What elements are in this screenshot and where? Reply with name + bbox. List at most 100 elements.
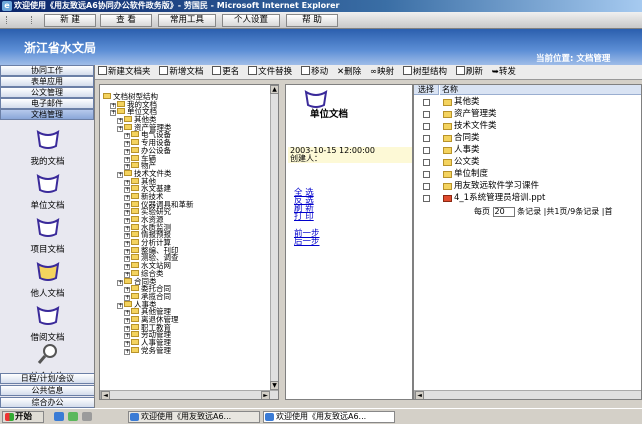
folder-icon bbox=[131, 262, 139, 269]
list-hscroll[interactable]: ◄ bbox=[414, 390, 641, 399]
folder-icon bbox=[131, 139, 139, 146]
list-item-name[interactable]: 4_1系统管理员培训.ppt bbox=[454, 192, 545, 205]
folder-icon bbox=[443, 171, 452, 178]
new-folder-button[interactable]: 新建文档夹 bbox=[95, 65, 154, 79]
move-button[interactable]: 移动 bbox=[298, 65, 331, 79]
menu-settings-button[interactable]: 个人设置 bbox=[222, 14, 280, 27]
link-icon: ∞ bbox=[369, 67, 378, 77]
nav-tab-doc-management[interactable]: 文档管理 bbox=[0, 109, 94, 120]
folder-icon bbox=[131, 185, 139, 192]
folder-icon bbox=[443, 111, 452, 118]
folder-icon bbox=[131, 308, 139, 315]
tree-vscroll[interactable]: ▲ ▼ bbox=[270, 85, 278, 390]
pager-suffix: 条记录 |共1页/9条记录 |首 bbox=[517, 207, 613, 216]
expand-toggle-icon[interactable]: + bbox=[124, 348, 130, 355]
folder-icon bbox=[124, 116, 132, 123]
menu-new-button[interactable]: 新 建 bbox=[44, 14, 96, 27]
nav-others-docs[interactable]: 他人文档 bbox=[0, 260, 94, 299]
delete-label: 删除 bbox=[344, 67, 362, 77]
nav-tab-email[interactable]: 电子邮件 bbox=[0, 98, 94, 109]
nav-tab-collab[interactable]: 协同工作 bbox=[0, 65, 94, 76]
delete-button[interactable]: ✕删除 bbox=[334, 65, 364, 79]
move-icon bbox=[301, 66, 311, 75]
row-checkbox[interactable] bbox=[423, 99, 430, 106]
col-name-header: 名称 bbox=[440, 85, 641, 95]
folder-title: 单位文档 bbox=[310, 109, 349, 120]
nav-tab-schedule[interactable]: 日程/计划/会议 bbox=[0, 373, 94, 384]
detail-pane: 单位文档 2003-10-15 12:00:00 创建人： 全 选 反 选 刷 … bbox=[285, 84, 413, 400]
folder-icon bbox=[131, 223, 139, 230]
replace-file-label: 文件替换 bbox=[258, 67, 293, 77]
nav-unit-docs[interactable]: 单位文档 bbox=[0, 172, 94, 211]
doc-toolbar: 新建文档夹 新增文档 更名 文件替换 移动 ✕删除 ∞映射 树型结构 刷新 ➥转… bbox=[95, 65, 642, 80]
row-checkbox[interactable] bbox=[423, 171, 430, 178]
scroll-up-icon[interactable]: ▲ bbox=[270, 85, 278, 94]
rename-button[interactable]: 更名 bbox=[209, 65, 242, 79]
folder-icon bbox=[131, 315, 139, 322]
folder-icon bbox=[443, 99, 452, 106]
next-step-link[interactable]: 后一步 bbox=[294, 238, 320, 247]
tree-icon bbox=[402, 66, 412, 75]
row-checkbox[interactable] bbox=[423, 195, 430, 202]
list-item[interactable]: 4_1系统管理员培训.ppt bbox=[414, 192, 641, 205]
folder-icon bbox=[124, 123, 132, 130]
doc-tree: 文档树型结构 + 我的文档 + 单位文档 + 其他类 + 资产管理类 + 电气设备 + 专用设备 + 办公… bbox=[103, 93, 194, 355]
creator-label: 创建人： bbox=[290, 154, 322, 163]
taskbar-window-1[interactable]: 欢迎使用《用友致远A6... bbox=[128, 411, 260, 423]
forward-button[interactable]: ➥转发 bbox=[489, 65, 519, 79]
row-checkbox[interactable] bbox=[423, 147, 430, 154]
scroll-left-icon[interactable]: ◄ bbox=[415, 391, 424, 399]
per-page-input[interactable]: 20 bbox=[492, 207, 515, 217]
rename-icon bbox=[212, 66, 222, 75]
menu-view-button[interactable]: 查 看 bbox=[100, 14, 152, 27]
taskbar-window-2[interactable]: 欢迎使用《用友致远A6... bbox=[263, 411, 395, 423]
nav-my-docs[interactable]: 我的文档 bbox=[0, 128, 94, 167]
magnifier-icon bbox=[37, 344, 57, 364]
folder-icon bbox=[131, 146, 139, 153]
nav-tab-forms[interactable]: 表单应用 bbox=[0, 76, 94, 87]
row-checkbox[interactable] bbox=[423, 111, 430, 118]
nav-borrowed-docs[interactable]: 借阅文档 bbox=[0, 304, 94, 343]
document-icon bbox=[159, 66, 169, 75]
tree-view-button[interactable]: 树型结构 bbox=[400, 65, 450, 79]
row-checkbox[interactable] bbox=[423, 183, 430, 190]
folder-icon bbox=[443, 135, 452, 142]
row-checkbox[interactable] bbox=[423, 123, 430, 130]
windows-logo-icon bbox=[5, 413, 14, 421]
new-doc-button[interactable]: 新增文档 bbox=[156, 65, 206, 79]
replace-file-button[interactable]: 文件替换 bbox=[245, 65, 295, 79]
ie-quicklaunch-icon[interactable] bbox=[54, 412, 64, 421]
nav-tab-office[interactable]: 综合办公 bbox=[0, 397, 94, 408]
folder-icon bbox=[131, 246, 139, 253]
nav-unit-docs-label: 单位文档 bbox=[30, 201, 65, 211]
refresh-button[interactable]: 刷新 bbox=[453, 65, 486, 79]
site-name: 浙江省水文局 bbox=[24, 41, 97, 55]
folder-icon bbox=[117, 100, 125, 107]
scroll-left-icon[interactable]: ◄ bbox=[101, 391, 110, 399]
nav-project-docs[interactable]: 项目文档 bbox=[0, 216, 94, 255]
nav-tab-public-info[interactable]: 公共信息 bbox=[0, 385, 94, 396]
nav-tab-official-docs[interactable]: 公文管理 bbox=[0, 87, 94, 98]
new-folder-label: 新建文档夹 bbox=[108, 67, 151, 77]
print-link[interactable]: 打 印 bbox=[294, 213, 314, 222]
folder-icon bbox=[131, 192, 139, 199]
desktop-quicklaunch-icon[interactable] bbox=[68, 412, 78, 421]
folder-icon bbox=[443, 147, 452, 154]
folder-icon bbox=[124, 300, 132, 307]
row-checkbox[interactable] bbox=[423, 135, 430, 142]
folder-icon bbox=[98, 66, 107, 75]
tree-hscroll[interactable]: ◄ ► bbox=[100, 390, 278, 399]
folder-icon bbox=[131, 285, 139, 292]
folder-icon bbox=[131, 346, 139, 353]
window-title: 欢迎使用《用友致远A6协同办公软件政务版》- 劳国民 - Microsoft I… bbox=[14, 1, 340, 10]
start-button[interactable]: 开始 bbox=[2, 411, 44, 423]
map-button[interactable]: ∞映射 bbox=[367, 65, 397, 79]
scroll-right-icon[interactable]: ► bbox=[261, 391, 270, 399]
app-quicklaunch-icon[interactable] bbox=[82, 412, 92, 421]
row-checkbox[interactable] bbox=[423, 159, 430, 166]
menu-help-button[interactable]: 帮 助 bbox=[286, 14, 338, 27]
tree-node[interactable]: + 党务管理 bbox=[103, 346, 194, 355]
scroll-down-icon[interactable]: ▼ bbox=[270, 381, 278, 390]
menu-tools-button[interactable]: 常用工具 bbox=[158, 14, 216, 27]
pager-prefix: 每页 bbox=[474, 207, 490, 216]
